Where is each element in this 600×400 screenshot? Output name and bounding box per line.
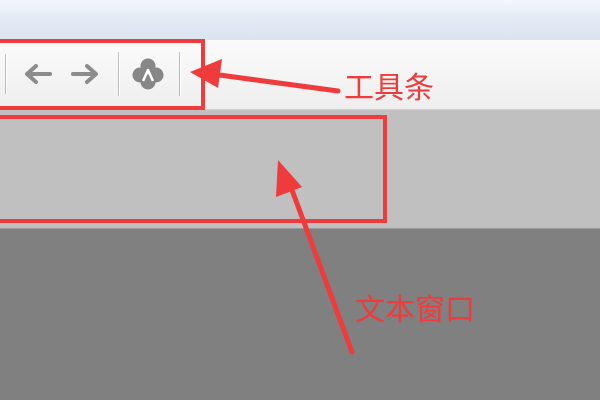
arrow-left-icon xyxy=(23,63,53,85)
back-button[interactable] xyxy=(20,54,56,94)
toolbar-separator xyxy=(5,54,6,94)
forward-button[interactable] xyxy=(67,54,103,94)
app-window xyxy=(0,0,600,400)
clover-icon xyxy=(131,57,165,91)
window-title-bar xyxy=(0,0,600,41)
toolbar-separator xyxy=(118,52,119,96)
arrow-right-icon xyxy=(70,63,100,85)
toolbar-annotation-label: 工具条 xyxy=(344,71,434,106)
workspace-area xyxy=(0,229,600,400)
text-window[interactable] xyxy=(0,110,600,229)
text-window-annotation-label: 文本窗口 xyxy=(355,293,475,328)
clover-button[interactable] xyxy=(126,54,170,94)
toolbar-separator xyxy=(179,52,180,96)
toolbar xyxy=(0,40,600,110)
